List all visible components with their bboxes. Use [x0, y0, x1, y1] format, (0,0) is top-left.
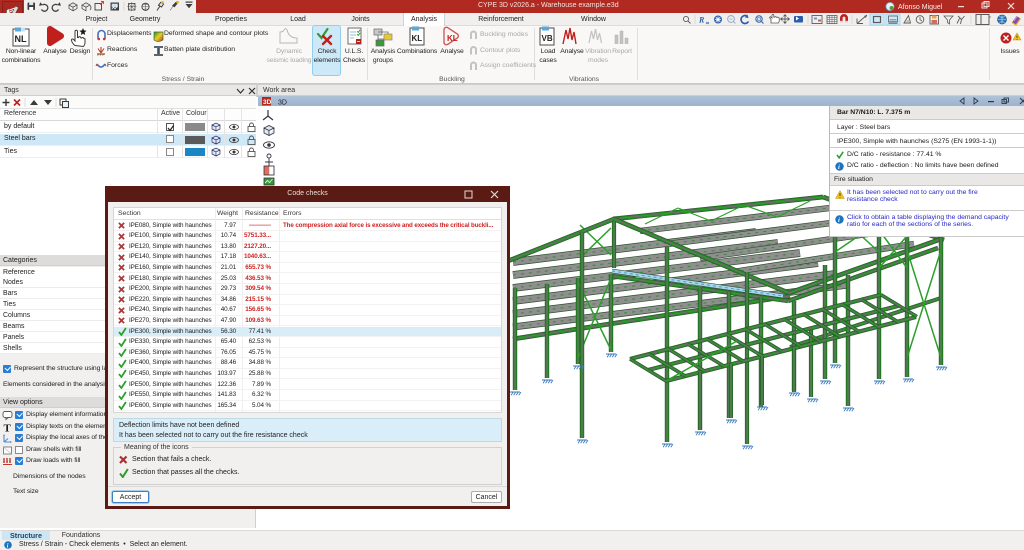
svg-text:VB: VB — [542, 34, 553, 43]
svg-text:R: R — [698, 16, 705, 25]
svg-text:KL: KL — [447, 34, 458, 43]
svg-text:i: i — [838, 217, 840, 224]
svg-text:KL: KL — [412, 34, 423, 43]
svg-text:NL: NL — [15, 34, 27, 44]
svg-text:i: i — [838, 164, 840, 171]
svg-text:T: T — [4, 422, 12, 433]
svg-text:3D: 3D — [263, 99, 272, 106]
svg-text:Afonso Miguel: Afonso Miguel — [898, 4, 943, 11]
